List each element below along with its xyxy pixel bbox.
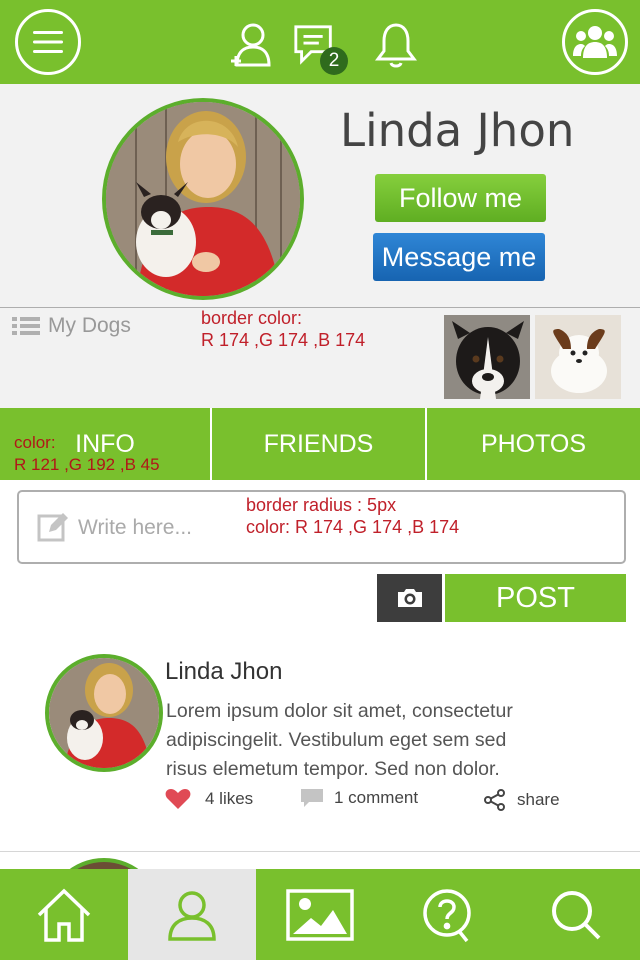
composer-placeholder[interactable]: Write here... (78, 516, 192, 540)
like-action[interactable]: 4 likes (165, 788, 253, 810)
annotation-tab-color: color: R 121 ,G 192 ,B 45 (14, 432, 160, 476)
avatar-photo (106, 102, 300, 296)
bottom-nav (0, 869, 640, 960)
search-icon (552, 890, 601, 939)
hamburger-icon (33, 31, 63, 53)
likes-count: 4 likes (205, 789, 254, 808)
nav-search[interactable] (512, 869, 640, 960)
profile-name: Linda Jhon (340, 104, 575, 157)
home-icon (37, 888, 91, 942)
messages-badge: 2 (320, 47, 348, 75)
annotation-line: R 121 ,G 192 ,B 45 (14, 455, 160, 474)
profile-icon (168, 890, 216, 941)
comment-action[interactable]: 1 comment (300, 788, 418, 808)
border-collie-photo (444, 315, 530, 399)
help-icon (423, 888, 471, 942)
avatar-photo (49, 658, 159, 768)
share-label: share (517, 790, 560, 809)
annotation-dogs-border: border color: R 174 ,G 174 ,B 174 (201, 307, 365, 351)
nav-help[interactable] (384, 869, 512, 960)
comment-icon (301, 789, 323, 807)
groups-button[interactable] (562, 9, 628, 75)
profile-avatar[interactable] (102, 98, 304, 300)
add-friend-button[interactable] (228, 20, 274, 70)
annotation-composer: border radius : 5px color: R 174 ,G 174 … (246, 494, 459, 538)
dog-thumbnail-1[interactable] (444, 315, 530, 399)
post-button[interactable]: POST (445, 574, 626, 622)
post-author[interactable]: Linda Jhon (165, 658, 282, 686)
edit-icon (37, 513, 68, 542)
follow-button[interactable]: Follow me (375, 174, 546, 222)
annotation-line: color: R 174 ,G 174 ,B 174 (246, 517, 460, 537)
post-avatar[interactable] (45, 654, 163, 772)
feed-divider (0, 851, 640, 852)
post-body: Lorem ipsum dolor sit amet, consectetur … (166, 700, 513, 780)
camera-icon (397, 589, 422, 607)
bell-icon (375, 23, 417, 68)
nav-profile[interactable] (128, 869, 256, 960)
list-icon (12, 317, 40, 335)
annotation-line: border radius : 5px (246, 495, 397, 515)
annotation-line: color: (14, 433, 56, 452)
annotation-line: R 174 ,G 174 ,B 174 (201, 330, 366, 350)
message-button[interactable]: Message me (373, 233, 545, 281)
comments-count: 1 comment (334, 788, 419, 807)
share-action[interactable]: share (483, 788, 560, 812)
tab-photos[interactable]: PHOTOS (427, 408, 640, 480)
nav-gallery[interactable] (256, 869, 384, 960)
annotation-line: border color: (201, 308, 303, 328)
tab-friends[interactable]: FRIENDS (212, 408, 427, 480)
notifications-button[interactable] (373, 20, 419, 70)
camera-button[interactable] (377, 574, 442, 622)
papillon-puppy-photo (535, 315, 621, 399)
group-icon (573, 26, 617, 58)
menu-button[interactable] (15, 9, 81, 75)
share-icon (484, 789, 505, 811)
heart-icon (165, 789, 191, 809)
my-dogs-label: My Dogs (48, 314, 131, 337)
add-user-icon (231, 23, 271, 67)
my-dogs-link[interactable]: My Dogs (12, 314, 131, 338)
gallery-icon (286, 888, 354, 941)
nav-home[interactable] (0, 869, 128, 960)
dog-thumbnail-2[interactable] (535, 315, 621, 399)
